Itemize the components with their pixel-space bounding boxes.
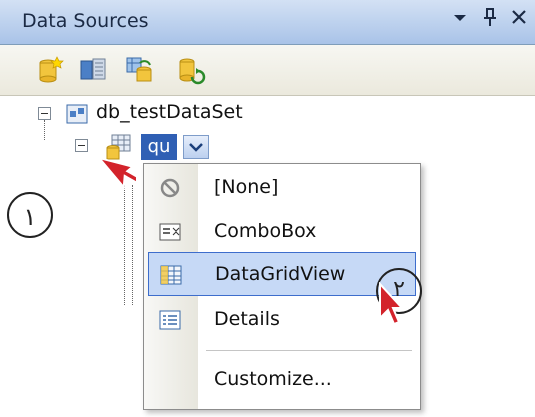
configure-dataset-icon[interactable] bbox=[124, 55, 154, 85]
panel-title-bar: Data Sources bbox=[0, 0, 535, 45]
menu-item-customize[interactable]: Customize... bbox=[144, 358, 420, 402]
details-icon bbox=[158, 308, 182, 332]
chevron-down-icon[interactable] bbox=[446, 6, 474, 36]
menu-separator bbox=[206, 350, 412, 351]
selected-table-node[interactable]: qu bbox=[141, 134, 177, 160]
menu-item-label: Customize... bbox=[214, 368, 332, 390]
edit-dataset-designer-icon[interactable] bbox=[78, 55, 108, 85]
data-sources-toolbar bbox=[0, 45, 535, 96]
panel-title: Data Sources bbox=[22, 10, 149, 32]
dataset-icon bbox=[66, 103, 90, 125]
mouse-cursor-icon bbox=[96, 150, 144, 206]
collapse-icon[interactable] bbox=[38, 107, 51, 120]
menu-item-combobox[interactable]: ComboBox bbox=[144, 210, 420, 254]
datagridview-icon bbox=[159, 263, 183, 287]
menu-item-none[interactable]: [None] bbox=[144, 166, 420, 210]
step-callout-1: ١ bbox=[7, 192, 53, 238]
add-data-source-icon[interactable] bbox=[35, 55, 65, 85]
combobox-icon bbox=[158, 220, 182, 244]
tree-root-label[interactable]: db_testDataSet bbox=[96, 101, 243, 123]
collapse-icon[interactable] bbox=[75, 139, 88, 152]
refresh-icon[interactable] bbox=[176, 55, 206, 85]
menu-item-label: [None] bbox=[214, 176, 279, 198]
close-icon[interactable] bbox=[505, 6, 533, 36]
menu-item-label: ComboBox bbox=[214, 220, 317, 242]
tree-line bbox=[44, 120, 45, 140]
menu-item-label: Details bbox=[214, 308, 280, 330]
menu-item-label: DataGridView bbox=[215, 263, 346, 285]
pin-icon[interactable] bbox=[476, 6, 504, 36]
node-dropdown-button[interactable] bbox=[183, 135, 209, 159]
mouse-cursor-icon bbox=[372, 281, 412, 328]
none-icon bbox=[158, 176, 182, 200]
